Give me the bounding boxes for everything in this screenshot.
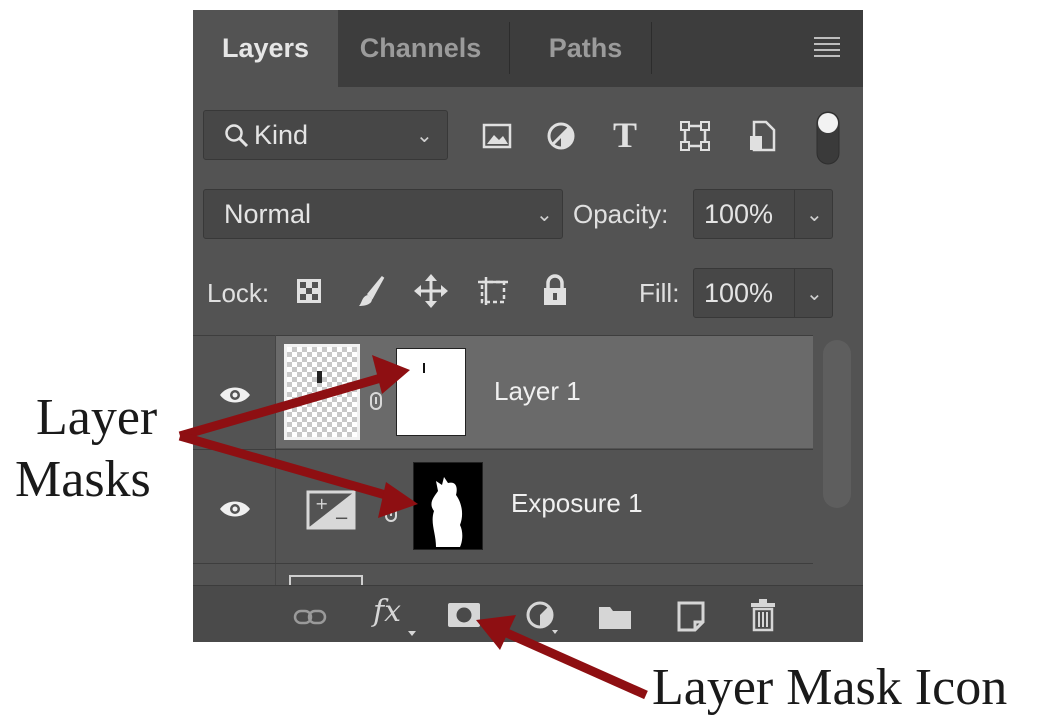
arrow-head	[378, 482, 418, 518]
arrow-head	[372, 355, 410, 394]
arrow-to-exposure-mask	[178, 431, 398, 503]
arrow-to-layer-mask	[178, 371, 390, 441]
arrow-to-mask-icon	[498, 625, 648, 700]
annotation-arrows	[178, 355, 648, 700]
